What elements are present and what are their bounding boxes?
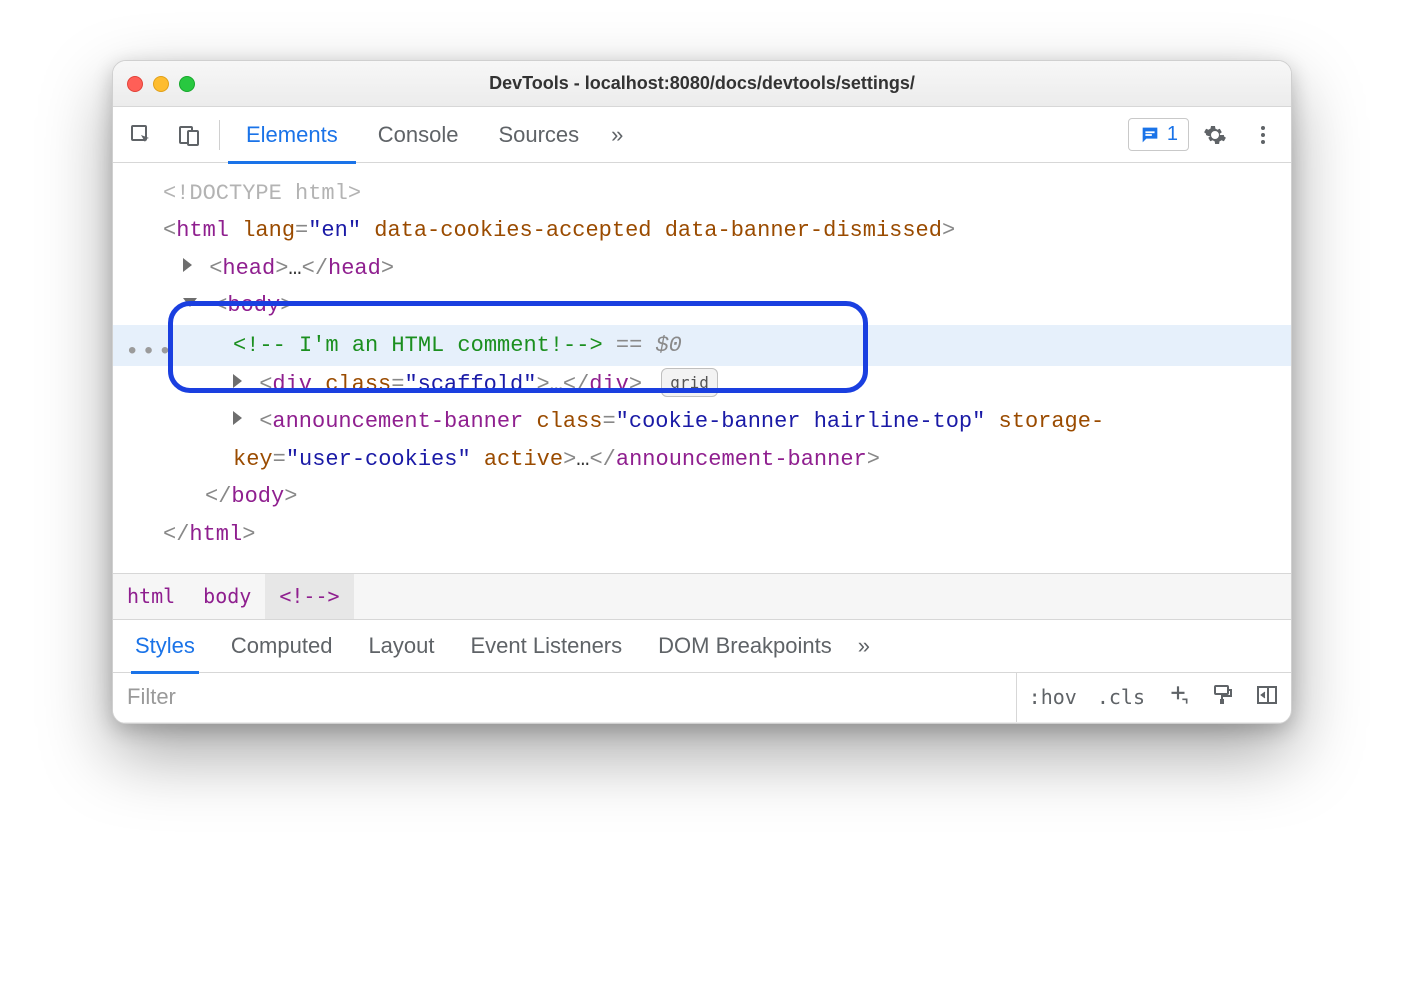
subtab-layout[interactable]: Layout [350, 619, 452, 673]
subtab-styles[interactable]: Styles [117, 619, 213, 673]
toolbar-divider [219, 120, 220, 150]
zoom-window-button[interactable] [179, 76, 195, 92]
devtools-window: DevTools - localhost:8080/docs/devtools/… [112, 60, 1292, 724]
issues-button[interactable]: 1 [1128, 118, 1189, 151]
expand-caret-icon[interactable] [233, 411, 242, 425]
main-toolbar: Elements Console Sources » 1 [113, 107, 1291, 163]
dom-tree[interactable]: <!DOCTYPE html> <html lang="en" data-coo… [113, 163, 1291, 573]
titlebar: DevTools - localhost:8080/docs/devtools/… [113, 61, 1291, 107]
crumb-html[interactable]: html [113, 574, 189, 619]
collapse-caret-icon[interactable] [183, 298, 197, 307]
grid-badge[interactable]: grid [661, 368, 718, 397]
head-node[interactable]: <head>…</head> [113, 250, 1291, 287]
styles-toolbar: :hov .cls [113, 673, 1291, 723]
tab-sources[interactable]: Sources [480, 107, 597, 163]
expand-caret-icon[interactable] [233, 374, 242, 388]
settings-icon[interactable] [1193, 113, 1237, 157]
announcement-banner-node-cont[interactable]: key="user-cookies" active>…</announcemen… [113, 441, 1291, 478]
subtab-dom-breakpoints[interactable]: DOM Breakpoints [640, 619, 850, 673]
chat-icon [1139, 124, 1161, 146]
toggle-sidebar-icon[interactable] [1249, 679, 1285, 716]
styles-actions: :hov .cls [1016, 673, 1291, 722]
tab-console[interactable]: Console [360, 107, 477, 163]
hov-toggle[interactable]: :hov [1023, 681, 1083, 713]
inspect-element-icon[interactable] [119, 113, 163, 157]
issues-count: 1 [1167, 123, 1178, 146]
minimize-window-button[interactable] [153, 76, 169, 92]
more-menu-icon[interactable] [1241, 113, 1285, 157]
body-open-node[interactable]: <body> [113, 287, 1291, 324]
styles-filter-input[interactable] [113, 673, 1016, 722]
traffic-lights [127, 76, 195, 92]
window-title: DevTools - localhost:8080/docs/devtools/… [113, 73, 1291, 94]
styles-subtabs: Styles Computed Layout Event Listeners D… [113, 619, 1291, 673]
body-close-node[interactable]: </body> [113, 478, 1291, 515]
announcement-banner-node[interactable]: <announcement-banner class="cookie-banne… [113, 403, 1291, 440]
subtabs-overflow[interactable]: » [850, 619, 878, 673]
crumb-comment[interactable]: <!--> [265, 574, 353, 619]
tabs-overflow[interactable]: » [601, 107, 633, 163]
close-window-button[interactable] [127, 76, 143, 92]
html-open-node[interactable]: <html lang="en" data-cookies-accepted da… [113, 212, 1291, 249]
subtab-event-listeners[interactable]: Event Listeners [453, 619, 641, 673]
breadcrumb-bar: html body <!--> [113, 573, 1291, 619]
html-close-node[interactable]: </html> [113, 516, 1291, 553]
tab-elements[interactable]: Elements [228, 107, 356, 163]
doctype-node[interactable]: <!DOCTYPE html> [163, 181, 361, 206]
dom-tree-panel: <!DOCTYPE html> <html lang="en" data-coo… [113, 163, 1291, 573]
selected-comment-node[interactable]: ••• <!-- I'm an HTML comment!--> == $0 [113, 325, 1291, 366]
subtab-computed[interactable]: Computed [213, 619, 351, 673]
device-toggle-icon[interactable] [167, 113, 211, 157]
expand-caret-icon[interactable] [183, 258, 192, 272]
new-style-rule-button[interactable] [1159, 678, 1197, 717]
crumb-body[interactable]: body [189, 574, 265, 619]
paint-icon[interactable] [1205, 679, 1241, 716]
cls-toggle[interactable]: .cls [1091, 681, 1151, 713]
div-scaffold-node[interactable]: <div class="scaffold">…</div> grid [113, 366, 1291, 403]
